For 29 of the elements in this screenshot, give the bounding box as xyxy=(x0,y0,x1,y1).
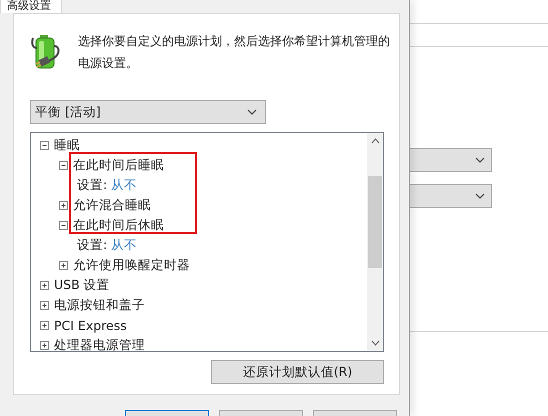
tree-item[interactable]: USB 设置 xyxy=(54,276,110,294)
collapse-icon[interactable] xyxy=(40,140,49,150)
tree-item[interactable]: 睡眠 xyxy=(54,136,80,154)
chevron-down-icon xyxy=(247,109,257,115)
tree-item[interactable]: PCI Express xyxy=(54,318,127,332)
expand-icon[interactable] xyxy=(40,320,49,330)
collapse-icon[interactable] xyxy=(59,220,68,230)
chevron-down-icon xyxy=(475,193,485,199)
expand-icon[interactable] xyxy=(40,280,49,290)
expand-icon[interactable] xyxy=(59,260,68,270)
setting-value[interactable]: 设置: 从不 xyxy=(59,176,138,194)
tree-item[interactable]: 电源按钮和盖子 xyxy=(54,296,145,314)
tree-item[interactable]: 在此时间后睡眠 xyxy=(73,156,164,174)
dialog-button[interactable] xyxy=(125,410,209,416)
power-plan-dropdown[interactable]: 平衡 [活动] xyxy=(30,100,266,124)
restore-defaults-button[interactable]: 还原计划默认值(R) xyxy=(211,360,384,384)
tree-item[interactable]: 处理器电源管理 xyxy=(54,336,145,351)
tree-item[interactable]: 允许使用唤醒定时器 xyxy=(73,256,190,274)
scrollbar[interactable] xyxy=(367,133,383,351)
settings-tab[interactable]: 高级设置 xyxy=(0,0,62,13)
expand-icon[interactable] xyxy=(40,340,49,350)
setting-value[interactable]: 设置: 从不 xyxy=(59,236,138,254)
expand-icon[interactable] xyxy=(59,200,68,210)
tree-item[interactable]: 在此时间后休眠 xyxy=(73,216,164,234)
description-text: 选择你要自定义的电源计划，然后选择你希望计算机管理的电源设置。 xyxy=(78,33,391,72)
chevron-down-icon xyxy=(475,157,485,163)
expand-icon[interactable] xyxy=(40,300,49,310)
tree-item[interactable]: 允许混合睡眠 xyxy=(73,196,151,214)
collapse-icon[interactable] xyxy=(59,160,68,170)
